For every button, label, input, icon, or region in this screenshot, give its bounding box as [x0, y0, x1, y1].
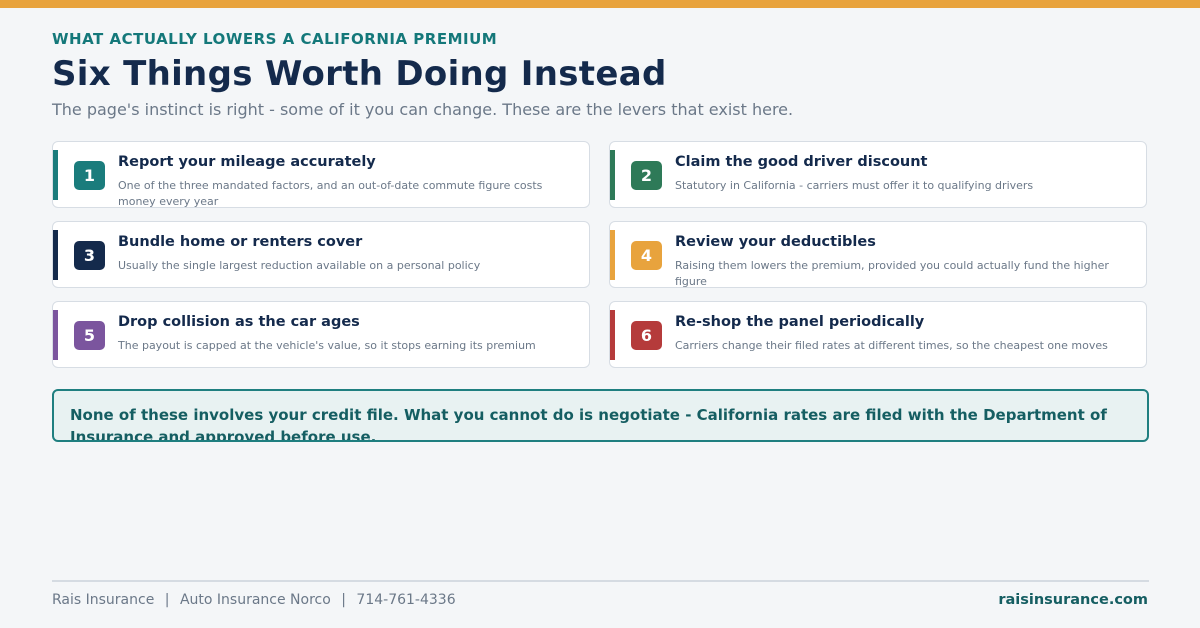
page-subtitle: The page's instinct is right - some of i… [52, 100, 794, 119]
callout-text: None of these involves your credit file.… [70, 406, 1107, 442]
lever-description: The payout is capped at the vehicle's va… [118, 339, 536, 352]
footer-phone: 714-761-4336 [356, 592, 456, 608]
lever-title: Review your deductibles [675, 234, 876, 250]
lever-description: Usually the single largest reduction ava… [118, 259, 481, 272]
footer-separator: | [341, 592, 346, 608]
lever-title: Claim the good driver discount [675, 154, 928, 170]
lever-card-5: 5 Drop collision as the car ages The pay… [52, 301, 590, 368]
top-accent-bar [0, 0, 1200, 8]
eyebrow-label: WHAT ACTUALLY LOWERS A CALIFORNIA PREMIU… [52, 30, 498, 48]
card-accent [610, 310, 615, 360]
lever-description: Statutory in California - carriers must … [675, 179, 1034, 192]
lever-card-1: 1 Report your mileage accurately One of … [52, 141, 590, 208]
lever-description: Carriers change their filed rates at dif… [675, 339, 1108, 352]
card-accent [53, 230, 58, 280]
step-number-badge: 1 [74, 161, 105, 190]
step-number-badge: 4 [631, 241, 662, 270]
card-accent [610, 150, 615, 200]
card-accent [53, 150, 58, 200]
step-number-badge: 2 [631, 161, 662, 190]
step-number-badge: 5 [74, 321, 105, 350]
step-number-badge: 3 [74, 241, 105, 270]
card-accent [610, 230, 615, 280]
lever-title: Drop collision as the car ages [118, 314, 360, 330]
footer-service: Auto Insurance Norco [179, 592, 331, 608]
lever-title: Bundle home or renters cover [118, 234, 363, 250]
levers-grid: 1 Report your mileage accurately One of … [52, 141, 1149, 371]
lever-card-4: 4 Review your deductibles Raising them l… [609, 221, 1147, 288]
lever-description: Raising them lowers the premium, provide… [675, 259, 1109, 288]
footer-company: Rais Insurance [52, 592, 155, 608]
lever-description: One of the three mandated factors, and a… [118, 179, 543, 208]
page-title: Six Things Worth Doing Instead [52, 54, 667, 94]
lever-title: Report your mileage accurately [118, 154, 376, 170]
footer-website-link[interactable]: raisinsurance.com [998, 592, 1148, 608]
footer-divider [52, 580, 1149, 582]
footer-info: Rais Insurance | Auto Insurance Norco | … [52, 592, 456, 608]
card-accent [53, 310, 58, 360]
callout-note: None of these involves your credit file.… [52, 389, 1149, 442]
lever-title: Re-shop the panel periodically [675, 314, 925, 330]
step-number-badge: 6 [631, 321, 662, 350]
lever-card-6: 6 Re-shop the panel periodically Carrier… [609, 301, 1147, 368]
lever-card-2: 2 Claim the good driver discount Statuto… [609, 141, 1147, 208]
lever-card-3: 3 Bundle home or renters cover Usually t… [52, 221, 590, 288]
footer-separator: | [164, 592, 170, 608]
